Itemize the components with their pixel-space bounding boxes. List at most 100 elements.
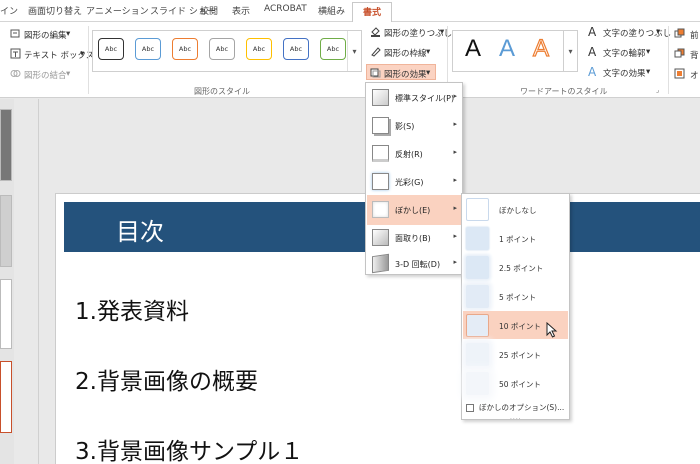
soft-edge-option[interactable]: ぼかしなし (463, 195, 568, 223)
chevron-right-icon: ▸ (453, 204, 457, 212)
soft-edge-option[interactable]: 50 ポイント (463, 369, 568, 397)
slide-thumbnail[interactable] (0, 279, 12, 349)
group-separator (668, 26, 669, 94)
soft-edge-swatch (466, 372, 489, 395)
soft-edge-swatch (466, 227, 489, 250)
chevron-down-icon: ▾ (426, 47, 431, 57)
menu-item-shadow[interactable]: 影(S) ▸ (367, 111, 461, 141)
soft-edge-option[interactable]: 5 ポイント (463, 282, 568, 310)
slide-thumbnail-selected[interactable] (0, 361, 12, 433)
soft-edge-option[interactable]: 1 ポイント (463, 224, 568, 252)
text-effects-button[interactable]: 文字の効果 (603, 67, 646, 79)
menu-item-label: 光彩(G) (395, 178, 424, 187)
menu-item-label: 影(S) (395, 122, 415, 131)
shape-outline-button[interactable]: 図形の枠線 (384, 47, 427, 59)
soft-edge-label: ぼかしなし (499, 206, 537, 215)
text-outline-button[interactable]: 文字の輪郭 (603, 47, 646, 59)
tab-transitions[interactable]: 画面切り替え (28, 4, 82, 17)
bevel-icon (372, 229, 389, 246)
soft-edge-swatch (466, 256, 489, 279)
wordart-group-label: ワードアートのスタイル (520, 87, 608, 96)
menu-item-reflection[interactable]: 反射(R) ▸ (367, 139, 461, 169)
reflection-icon (372, 145, 389, 162)
chevron-right-icon: ▸ (453, 232, 457, 240)
slide-bullet[interactable]: 1.発表資料 (75, 292, 189, 326)
tab-design-partial[interactable]: イン (0, 4, 18, 17)
shape-style-4[interactable]: Abc (209, 38, 235, 60)
soft-edge-options-item[interactable]: ぼかしのオプション(S)... (466, 402, 564, 413)
slide-bullet[interactable]: 2.背景画像の概要 (75, 362, 258, 396)
resize-grip-icon[interactable]: .... (510, 414, 522, 421)
shape-style-7[interactable]: Abc (320, 38, 346, 60)
chevron-down-icon: ▾ (66, 29, 71, 39)
tab-review[interactable]: 校閲 (200, 4, 218, 17)
wordart-style-3[interactable]: A (532, 34, 549, 63)
menu-item-preset[interactable]: 標準スタイル(P) ▸ (367, 83, 461, 113)
soft-edge-label: 2.5 ポイント (499, 264, 544, 273)
shape-effects-icon (370, 68, 381, 78)
shape-styles-gallery: Abc Abc Abc Abc Abc Abc Abc ▾ (92, 30, 362, 72)
chevron-down-icon: ▾ (646, 67, 651, 77)
text-fill-button[interactable]: 文字の塗りつぶし (603, 27, 671, 39)
soft-edges-submenu: ぼかしなし 1 ポイント 2.5 ポイント 5 ポイント 10 ポイント 25 … (461, 193, 570, 421)
tab-view[interactable]: 表示 (232, 4, 250, 17)
edit-shape-button[interactable]: 図形の編集 (24, 29, 67, 41)
slide-thumbnails-pane (0, 99, 14, 464)
shape-style-5[interactable]: Abc (246, 38, 272, 60)
tab-animations[interactable]: アニメーション (86, 4, 149, 17)
soft-edge-label: 25 ポイント (499, 351, 541, 360)
send-backward-icon (674, 48, 685, 58)
send-backward-button[interactable]: 背 (690, 49, 699, 61)
shape-style-2[interactable]: Abc (135, 38, 161, 60)
wordart-more-button[interactable]: ▾ (564, 30, 578, 72)
slide-thumbnail[interactable] (0, 195, 12, 267)
menu-item-soft-edges[interactable]: ぼかし(E) ▸ (367, 195, 461, 225)
menu-item-label: 面取り(B) (395, 234, 431, 243)
chevron-right-icon: ▸ (453, 148, 457, 156)
menu-item-glow[interactable]: 光彩(G) ▸ (367, 167, 461, 197)
menu-item-label: 反射(R) (395, 150, 423, 159)
mouse-pointer-icon (546, 322, 558, 338)
soft-edge-swatch (466, 343, 489, 366)
slide-bullet[interactable]: 3.背景画像サンプル１ (75, 432, 303, 464)
edit-shape-icon (10, 29, 20, 38)
chevron-down-icon: ▾ (80, 49, 85, 59)
glow-icon (372, 173, 389, 190)
wordart-style-2[interactable]: A (499, 35, 515, 63)
soft-edges-icon (372, 201, 389, 218)
tab-format[interactable]: 書式 (352, 2, 393, 23)
soft-edge-none-swatch (466, 198, 489, 221)
text-effects-icon: A (588, 65, 597, 79)
chevron-right-icon: ▸ (453, 92, 457, 100)
gallery-more-button[interactable]: ▾ (347, 31, 361, 71)
chevron-down-icon: ▾ (440, 27, 445, 37)
chevron-right-icon: ▸ (453, 258, 457, 266)
bring-forward-button[interactable]: 前 (690, 29, 699, 41)
chevron-right-icon: ▸ (453, 176, 457, 184)
paint-bucket-icon (371, 27, 380, 37)
dialog-launcher-icon[interactable]: ⌟ (656, 86, 659, 94)
tab-acrobat[interactable]: ACROBAT (264, 4, 307, 14)
ribbon-tab-bar: イン 画面切り替え アニメーション スライド ショー 校閲 表示 ACROBAT… (0, 0, 700, 23)
soft-edge-label: 50 ポイント (499, 380, 541, 389)
wordart-style-1[interactable]: A (465, 35, 481, 63)
text-fill-icon: A (588, 25, 597, 39)
merge-shapes-button[interactable]: 図形の結合 (24, 69, 67, 81)
slide-thumbnail[interactable] (0, 109, 12, 181)
menu-item-label: 3-D 回転(D) (395, 260, 441, 269)
chevron-down-icon: ▾ (646, 47, 651, 57)
shape-style-6[interactable]: Abc (283, 38, 309, 60)
shape-style-3[interactable]: Abc (172, 38, 198, 60)
soft-edge-options-label: ぼかしのオプション(S)... (479, 403, 565, 412)
soft-edge-option[interactable]: 2.5 ポイント (463, 253, 568, 281)
chevron-down-icon: ▾ (66, 69, 71, 79)
tab-yokogumi[interactable]: 横組み (318, 4, 345, 17)
soft-edge-option[interactable]: 25 ポイント (463, 340, 568, 368)
menu-item-3d-rotation[interactable]: 3-D 回転(D) ▸ (367, 249, 461, 279)
checkbox-icon (466, 404, 474, 412)
selection-pane-button[interactable]: オ (690, 69, 699, 81)
pencil-outline-icon (371, 47, 381, 57)
shape-effects-label: 図形の効果 (384, 70, 427, 80)
powerpoint-window: イン 画面切り替え アニメーション スライド ショー 校閲 表示 ACROBAT… (0, 0, 700, 464)
shape-style-1[interactable]: Abc (98, 38, 124, 60)
